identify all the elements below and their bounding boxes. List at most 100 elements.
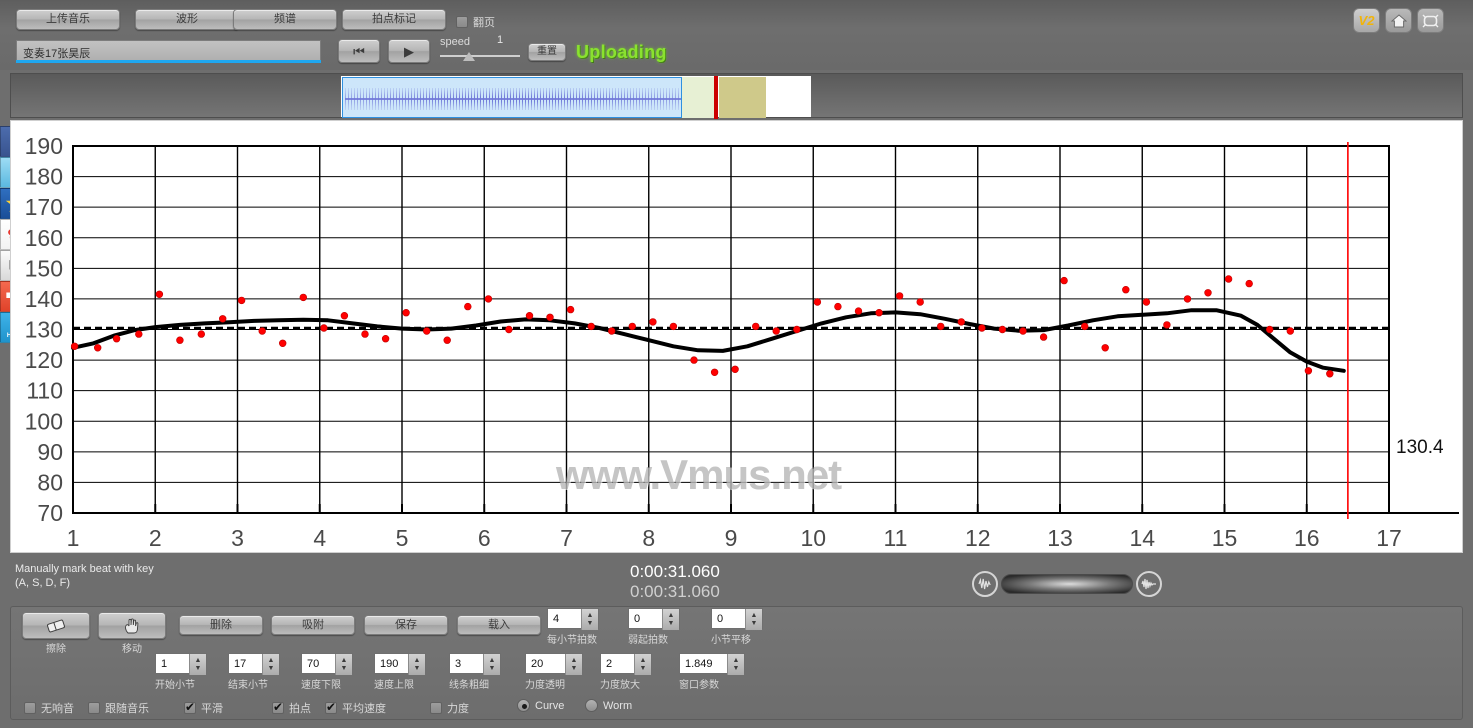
beat-point[interactable] [135,330,143,338]
beat-point[interactable] [916,298,924,306]
reset-button[interactable]: 重置 [528,43,566,61]
volume-track[interactable] [1001,574,1133,594]
volume-slider[interactable] [972,571,1162,597]
beat-point[interactable] [834,302,842,311]
waveform-frame[interactable] [341,76,811,119]
speed-slider[interactable]: speed 1 [440,34,520,66]
beat-point[interactable] [875,309,883,317]
beat-checkbox-wrap[interactable]: 拍点 [272,700,311,716]
beat-point[interactable] [1142,298,1151,306]
beat-point[interactable] [505,325,513,334]
follow-music-checkbox-wrap[interactable]: 跟随音乐 [88,700,149,716]
beat-point[interactable] [690,356,698,364]
beat-point[interactable] [587,322,595,331]
song-title-field[interactable]: 变奏17张昊辰 [16,40,321,61]
beats-per-bar-spinner-box[interactable]: 4 ▲ ▼ [547,608,599,630]
window-param-spinner-box[interactable]: 1.849 ▲ ▼ [679,653,745,675]
beat-point[interactable] [751,322,760,331]
beat-point[interactable] [1019,327,1027,335]
beat-point[interactable] [1245,279,1253,288]
snap-button[interactable]: 吸附 [271,615,355,635]
load-button[interactable]: 载入 [457,615,541,635]
skip-to-start-button[interactable]: ⏮ [338,39,380,63]
beat-point[interactable] [1204,289,1212,297]
beat-point[interactable] [1080,322,1089,331]
tempo-min-spinner-arrows[interactable]: ▲ ▼ [335,654,352,675]
beat-point[interactable] [112,335,121,343]
worm-radio[interactable] [585,699,598,712]
beat-point[interactable] [93,344,102,352]
tempo-min-spinner-down-arrow[interactable]: ▼ [341,665,348,673]
bar-shift-spinner-box[interactable]: 0 ▲ ▼ [711,608,763,630]
beat-point[interactable] [731,365,739,374]
beat-point[interactable] [320,324,328,332]
no-sound-checkbox[interactable] [24,702,36,714]
dynamics-zoom-spinner-arrows[interactable]: ▲ ▼ [634,654,651,675]
smooth-checkbox-wrap[interactable]: 平滑 [184,700,223,716]
beat-point[interactable] [340,312,349,320]
beat-point[interactable] [854,307,863,315]
beat-point[interactable] [628,322,636,331]
beat-point[interactable] [936,322,945,331]
curve-radio-wrap[interactable]: Curve [517,699,564,712]
beat-point[interactable] [176,336,184,344]
beat-point[interactable] [361,330,369,338]
delete-button[interactable]: 删除 [179,615,263,635]
tempo-max-spinner-down-arrow[interactable]: ▼ [414,665,421,673]
smooth-checkbox[interactable] [184,700,196,714]
home-icon[interactable] [1385,8,1412,33]
beat-point[interactable] [813,298,822,306]
curve-radio[interactable] [517,699,530,712]
line-width-spinner-up-arrow[interactable]: ▲ [489,657,496,665]
move-tool-button[interactable] [98,612,166,639]
tempo-max-spinner-arrows[interactable]: ▲ ▼ [408,654,425,675]
start-bar-spinner-box[interactable]: 1 ▲ ▼ [155,653,207,675]
bar-shift-spinner-up-arrow[interactable]: ▲ [751,612,758,620]
beat-point[interactable] [793,325,801,334]
waveform-overview[interactable] [10,73,1463,119]
page-turn-checkbox[interactable] [456,16,468,28]
bar-shift-spinner-arrows[interactable]: ▲ ▼ [745,609,762,630]
fullscreen-icon[interactable] [1417,8,1444,33]
dynamics-alpha-spinner-box[interactable]: 20 ▲ ▼ [525,653,583,675]
dynamics-zoom-spinner-up-arrow[interactable]: ▲ [640,657,647,665]
beat-point[interactable] [464,302,472,311]
beat-point[interactable] [957,318,965,326]
beat-point[interactable] [381,335,390,343]
dynamics-alpha-spinner-down-arrow[interactable]: ▼ [571,665,578,673]
beat-point[interactable] [237,296,246,305]
pickup-beats-spinner-box[interactable]: 0 ▲ ▼ [628,608,680,630]
average-tempo-checkbox-wrap[interactable]: 平均速度 [325,700,386,716]
beat-point[interactable] [978,324,986,332]
average-tempo-checkbox[interactable] [325,700,337,714]
beat-point[interactable] [1039,333,1048,341]
page-turn-checkbox-wrap[interactable]: 翻页 [456,14,495,30]
beat-point[interactable] [219,315,227,323]
waveform-small-icon[interactable] [972,571,998,597]
beat-point[interactable] [402,309,410,317]
beat-mark-button[interactable]: 拍点标记 [342,9,446,30]
beat-point[interactable] [1286,327,1295,335]
follow-music-checkbox[interactable] [88,702,100,714]
beat-point[interactable] [1122,286,1130,294]
beat-point[interactable] [279,339,287,348]
beat-point[interactable] [1304,367,1313,375]
tempo-max-spinner-up-arrow[interactable]: ▲ [414,657,421,665]
beat-point[interactable] [299,293,307,302]
window-param-spinner-up-arrow[interactable]: ▲ [733,657,740,665]
dynamics-checkbox-wrap[interactable]: 力度 [430,700,469,716]
dynamics-zoom-spinner-box[interactable]: 2 ▲ ▼ [600,653,652,675]
beat-point[interactable] [258,327,266,335]
line-width-spinner-down-arrow[interactable]: ▼ [489,665,496,673]
dynamics-checkbox[interactable] [430,702,442,714]
erase-tool-button[interactable] [22,612,90,639]
end-bar-spinner-down-arrow[interactable]: ▼ [268,665,275,673]
beat-point[interactable] [525,312,534,320]
worm-radio-wrap[interactable]: Worm [585,699,632,712]
beat-point[interactable] [649,318,657,326]
spectrum-button[interactable]: 频谱 [233,9,337,30]
beat-point[interactable] [1183,295,1192,303]
beat-point[interactable] [1265,325,1274,334]
bar-shift-spinner-down-arrow[interactable]: ▼ [751,620,758,628]
pickup-beats-spinner-up-arrow[interactable]: ▲ [668,612,675,620]
